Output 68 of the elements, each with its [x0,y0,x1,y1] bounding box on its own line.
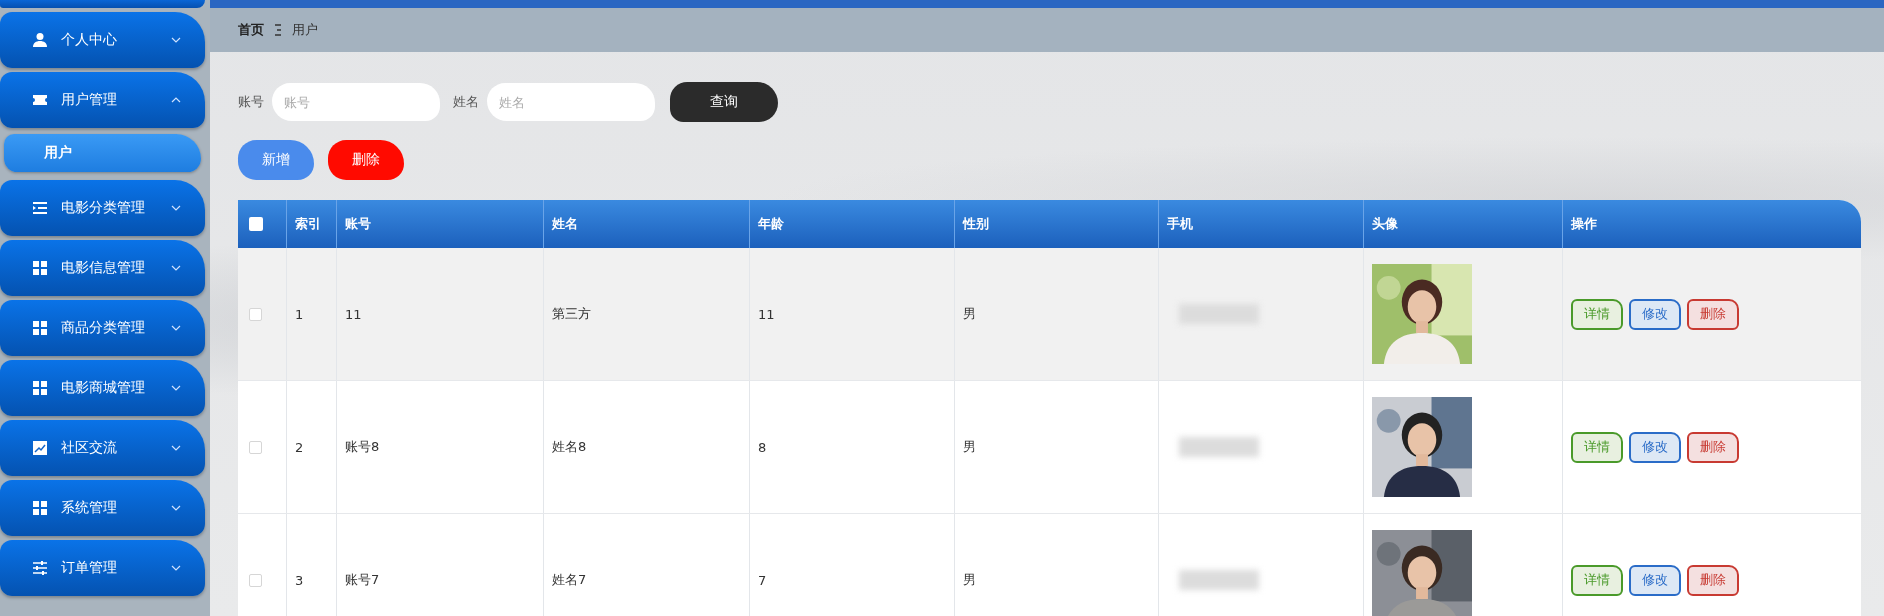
detail-button[interactable]: 详情 [1571,298,1623,330]
table-cell: 8 [758,439,767,455]
search-button[interactable]: 查询 [670,82,778,122]
table-cell: 3 [295,572,304,588]
menu-item[interactable]: 个人中心 [0,12,205,68]
menu-label: 系统管理 [61,499,118,517]
detail-button[interactable]: 详情 [1571,564,1623,596]
menu-item[interactable]: 用户管理 [0,72,205,128]
table-cell: 第三方 [552,305,591,323]
menu-label: 社区交流 [61,439,118,457]
menu-item[interactable]: 电影分类管理 [0,180,205,236]
breadcrumb-link[interactable]: 用户 [292,21,318,39]
grid-icon [32,260,48,276]
input-field[interactable]: 姓名 [487,83,655,121]
column-header: 操作 [1570,215,1598,233]
menu-item[interactable]: 电影商城管理 [0,360,205,416]
person-icon [32,32,48,48]
table-cell: 姓名8 [552,438,587,456]
edit-button[interactable]: 修改 [1629,564,1681,596]
sliders-icon [32,560,48,576]
table-cell: 账号7 [345,571,380,589]
list-icon [32,200,48,216]
menu-item[interactable]: 电影信息管理 [0,240,205,296]
grid-icon [32,380,48,396]
menu-label: 电影信息管理 [61,259,146,277]
menu-item[interactable]: 商品分类管理 [0,300,205,356]
edit-button[interactable]: 修改 [1629,298,1681,330]
table-cell: 账号8 [345,438,380,456]
field-label: 账号 [238,93,264,111]
delete-button[interactable]: 删除 [328,140,404,180]
chart-icon [32,440,48,456]
separator-icon [274,24,282,36]
menu-item[interactable]: 订单管理 [0,540,205,596]
checkbox[interactable] [249,217,263,231]
table-cell: 1 [295,306,304,322]
table-cell: 11 [345,306,362,322]
menu-label: 订单管理 [61,559,118,577]
table-cell: 7 [758,572,767,588]
menu-item[interactable]: 系统管理 [0,480,205,536]
menu-label: 电影分类管理 [61,199,146,217]
grid-icon [32,320,48,336]
delete-button[interactable]: 删除 [1687,431,1739,463]
menu-item[interactable]: 社区交流 [0,420,205,476]
table-cell: 男 [963,438,976,456]
add-button[interactable]: 新增 [238,140,314,180]
menu-label: 用户管理 [61,91,118,109]
menu-label: 个人中心 [61,31,118,49]
edit-button[interactable]: 修改 [1629,431,1681,463]
submenu-item[interactable]: 用户 [4,134,201,172]
table-cell: 男 [963,305,976,323]
checkbox[interactable] [249,440,262,454]
table-cell: 男 [963,571,976,589]
detail-button[interactable]: 详情 [1571,431,1623,463]
table-cell: 11 [758,306,775,322]
delete-button[interactable]: 删除 [1687,298,1739,330]
menu-item[interactable] [0,0,205,8]
menu-label: 商品分类管理 [61,319,146,337]
menu-label: 电影商城管理 [61,379,146,397]
field-label: 姓名 [453,93,479,111]
checkbox[interactable] [249,307,262,321]
delete-button[interactable]: 删除 [1687,564,1739,596]
breadcrumb-link[interactable]: 首页 [238,21,264,39]
ticket-icon [32,92,48,108]
table-cell: 姓名7 [552,571,587,589]
grid-icon [32,500,48,516]
checkbox[interactable] [249,573,262,587]
table-cell: 2 [295,439,304,455]
input-field[interactable]: 账号 [272,83,440,121]
